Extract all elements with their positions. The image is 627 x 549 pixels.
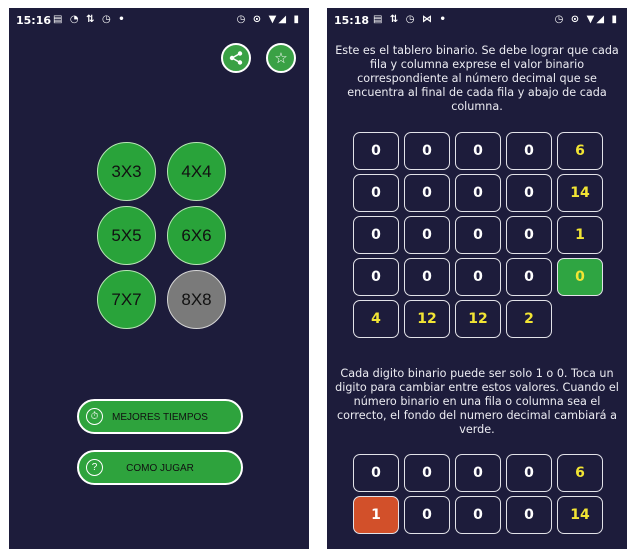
best-times-label: MEJORES TIEMPOS [112, 412, 208, 423]
notification-icons: ▤ ⇅ ◷ ⋈ • [373, 14, 448, 25]
column-decimal-cell: 12 [404, 300, 450, 338]
binary-digit-cell[interactable]: 0 [506, 258, 552, 296]
binary-digit-cell[interactable]: 0 [506, 174, 552, 212]
binary-digit-cell[interactable]: 0 [455, 454, 501, 492]
best-times-button[interactable]: ⏱ MEJORES TIEMPOS [77, 399, 243, 434]
binary-digit-cell[interactable]: 0 [455, 258, 501, 296]
binary-digit-cell[interactable]: 0 [404, 454, 450, 492]
size-4x4-button[interactable]: 4X4 [167, 142, 226, 201]
binary-board: 0 0 0 0 6 0 0 0 0 14 0 0 0 0 1 0 0 0 0 0 4 12 12 2 [353, 132, 603, 338]
status-bar: 15:16 ▤ ◔ ⇅ ◷ • ◷ ⊙ ▼◢ ▮ [9, 8, 309, 32]
system-icons: ◷ ⊙ ▼◢ ▮ [236, 14, 301, 25]
size-3x3-button[interactable]: 3X3 [97, 142, 156, 201]
binary-digit-cell[interactable]: 0 [506, 216, 552, 254]
intro-text: Este es el tablero binario. Se debe logr… [335, 44, 619, 113]
star-icon: ☆ [274, 49, 288, 67]
binary-digit-cell[interactable]: 0 [506, 454, 552, 492]
binary-digit-cell[interactable]: 0 [455, 496, 501, 534]
row-decimal-cell: 0 [557, 258, 603, 296]
row-decimal-cell: 14 [557, 496, 603, 534]
binary-digit-cell[interactable]: 0 [455, 132, 501, 170]
menu-screen: 15:16 ▤ ◔ ⇅ ◷ • ◷ ⊙ ▼◢ ▮ ☆ 3X3 4X4 5X5 6… [9, 8, 309, 549]
binary-digit-cell[interactable]: 0 [455, 216, 501, 254]
explanation-text: Cada digito binario puede ser solo 1 o 0… [335, 367, 619, 436]
size-6x6-button[interactable]: 6X6 [167, 206, 226, 265]
column-decimal-cell: 12 [455, 300, 501, 338]
binary-digit-cell[interactable]: 0 [404, 132, 450, 170]
row-decimal-cell: 14 [557, 174, 603, 212]
how-to-play-button[interactable]: ? COMO JUGAR [77, 450, 243, 485]
system-icons: ◷ ⊙ ▼◢ ▮ [554, 14, 619, 25]
binary-digit-cell[interactable]: 0 [404, 174, 450, 212]
row-decimal-cell: 6 [557, 454, 603, 492]
size-7x7-button[interactable]: 7X7 [97, 270, 156, 329]
empty-corner [557, 300, 603, 338]
binary-digit-cell[interactable]: 1 [353, 496, 399, 534]
binary-digit-cell[interactable]: 0 [455, 174, 501, 212]
size-5x5-button[interactable]: 5X5 [97, 206, 156, 265]
binary-digit-cell[interactable]: 0 [506, 132, 552, 170]
size-8x8-button[interactable]: 8X8 [167, 270, 226, 329]
binary-digit-cell[interactable]: 0 [506, 496, 552, 534]
binary-digit-cell[interactable]: 0 [404, 258, 450, 296]
binary-digit-cell[interactable]: 0 [353, 258, 399, 296]
row-decimal-cell: 6 [557, 132, 603, 170]
notification-icons: ▤ ◔ ⇅ ◷ • [53, 14, 127, 25]
status-time: 15:18 [334, 14, 370, 27]
how-to-play-label: COMO JUGAR [126, 463, 194, 474]
status-bar: 15:18 ▤ ⇅ ◷ ⋈ • ◷ ⊙ ▼◢ ▮ [327, 8, 627, 32]
binary-digit-cell[interactable]: 0 [353, 174, 399, 212]
column-decimal-cell: 2 [506, 300, 552, 338]
column-decimal-cell: 4 [353, 300, 399, 338]
instructions-screen: 15:18 ▤ ⇅ ◷ ⋈ • ◷ ⊙ ▼◢ ▮ Este es el tabl… [327, 8, 627, 549]
example-board: 0 0 0 0 6 1 0 0 0 14 [353, 454, 603, 534]
status-time: 15:16 [16, 14, 52, 27]
row-decimal-cell: 1 [557, 216, 603, 254]
binary-digit-cell[interactable]: 0 [404, 496, 450, 534]
share-button[interactable] [221, 43, 251, 73]
share-icon [229, 51, 243, 65]
binary-digit-cell[interactable]: 0 [353, 454, 399, 492]
binary-digit-cell[interactable]: 0 [404, 216, 450, 254]
binary-digit-cell[interactable]: 0 [353, 216, 399, 254]
favorite-button[interactable]: ☆ [266, 43, 296, 73]
binary-digit-cell[interactable]: 0 [353, 132, 399, 170]
